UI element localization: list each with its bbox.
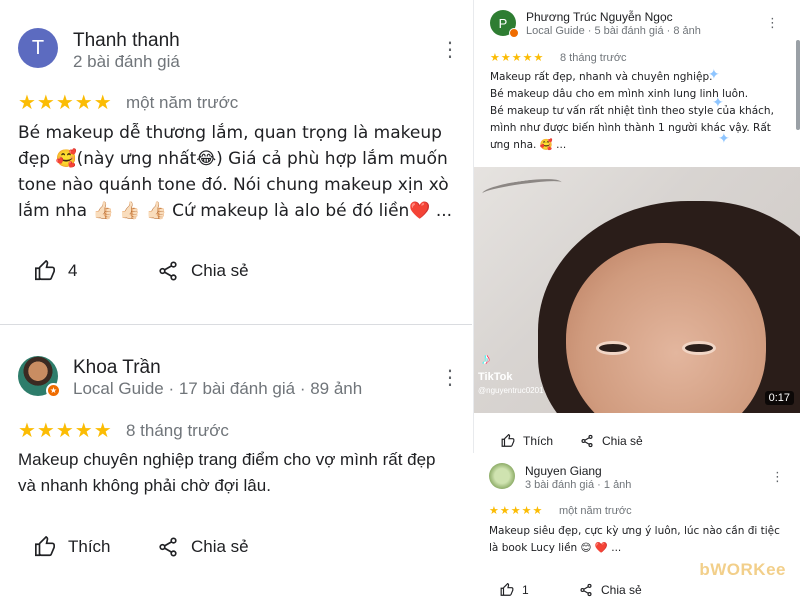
like-button[interactable]: 1 xyxy=(500,583,529,597)
star-rating: ★★★★★ xyxy=(18,420,113,442)
sparkle-icon: ✦ xyxy=(712,94,724,110)
sparkle-icon: ✦ xyxy=(708,66,720,82)
share-icon xyxy=(159,537,177,557)
like-count: 1 xyxy=(522,583,529,597)
star-rating: ★★★★★ xyxy=(489,505,544,517)
review-card: Nguyen Giang 3 bài đánh giá · 1 ảnh ⋮ ★★… xyxy=(473,453,800,600)
star-rating: ★★★★★ xyxy=(18,92,113,114)
share-label: Chia sẻ xyxy=(191,537,249,556)
review-card-with-video: P Phương Trúc Nguyễn Ngọc Local Guide · … xyxy=(473,0,800,453)
review-text-line: Makeup siêu đẹp, cực kỳ ưng ý luôn, lúc … xyxy=(489,525,780,537)
share-icon xyxy=(581,434,593,448)
reviewer-meta: Local Guide · 5 bài đánh giá · 8 ảnh xyxy=(526,25,701,37)
watermark-logo: bWORKee xyxy=(699,560,786,579)
eye-shape xyxy=(596,341,630,355)
more-options-icon[interactable]: ⋮ xyxy=(440,368,460,388)
more-options-icon[interactable]: ⋮ xyxy=(771,469,784,485)
review-time: một năm trước xyxy=(126,93,239,112)
more-options-icon[interactable]: ⋮ xyxy=(440,40,460,60)
share-button[interactable]: Chia sẻ xyxy=(579,583,642,597)
share-button[interactable]: Chia sẻ xyxy=(580,434,643,448)
review-card: ★ Khoa Trần Local Guide · 17 bài đánh gi… xyxy=(0,326,472,600)
thumbs-up-icon xyxy=(35,260,55,281)
scrollbar[interactable] xyxy=(796,40,800,130)
like-label: Thích xyxy=(68,537,111,556)
review-text: Bé makeup dễ thương lắm, quan trọng là m… xyxy=(18,123,453,221)
reviewer-meta: 3 bài đánh giá · 1 ảnh xyxy=(525,479,632,491)
reviewer-name[interactable]: Phương Trúc Nguyễn Ngọc xyxy=(526,10,673,24)
like-count: 4 xyxy=(68,261,78,280)
video-duration: 0:17 xyxy=(764,391,794,405)
thumbs-up-icon xyxy=(35,536,55,557)
local-guide-badge-icon: ★ xyxy=(46,383,61,398)
share-label: Chia sẻ xyxy=(602,434,643,448)
share-label: Chia sẻ xyxy=(191,261,249,280)
review-text-line: là book Lucy liền 😊 ❤️ ... xyxy=(489,542,622,554)
avatar-letter: P xyxy=(498,15,508,31)
review-text-line: Bé makeup dâu cho em mình xinh lung linh… xyxy=(490,88,749,100)
review-text: Makeup chuyên nghiệp trang điểm cho vợ m… xyxy=(18,450,436,495)
review-text: Makeup siêu đẹp, cực kỳ ưng ý luôn, lúc … xyxy=(489,523,780,557)
share-icon xyxy=(159,261,177,281)
review-text-line: Makeup rất đẹp, nhanh và chuyên nghiệp. xyxy=(490,71,713,83)
sparkle-icon: ✦ xyxy=(718,130,730,146)
review-card: T Thanh thanh 2 bài đánh giá ⋮ ★★★★★ một… xyxy=(0,0,472,325)
review-time: 8 tháng trước xyxy=(560,52,627,64)
video-platform-label: TikTok xyxy=(478,371,513,383)
more-options-icon[interactable]: ⋮ xyxy=(766,15,779,31)
reviewer-meta: Local Guide · 17 bài đánh giá · 89 ảnh xyxy=(73,379,363,398)
thumbs-up-icon xyxy=(501,434,515,447)
like-button[interactable]: Thích xyxy=(34,536,111,558)
reviewer-meta: 2 bài đánh giá xyxy=(73,52,180,71)
share-button[interactable]: Chia sẻ xyxy=(157,536,249,558)
wall-lamp-shape xyxy=(481,175,563,201)
star-rating: ★★★★★ xyxy=(490,52,545,64)
tiktok-logo-icon: ♪ xyxy=(482,351,490,368)
local-guide-badge-icon xyxy=(509,28,519,38)
like-label: Thích xyxy=(523,434,554,448)
avatar[interactable] xyxy=(489,463,515,489)
review-text-line: mình như được biến hình thành 1 người kh… xyxy=(490,122,771,134)
reviewer-name[interactable]: Thanh thanh xyxy=(73,30,180,52)
share-label: Chia sẻ xyxy=(601,583,642,597)
left-review-column: T Thanh thanh 2 bài đánh giá ⋮ ★★★★★ một… xyxy=(0,0,472,600)
share-button[interactable]: Chia sẻ xyxy=(157,260,249,282)
review-text: Makeup rất đẹp, nhanh và chuyên nghiệp. … xyxy=(490,69,774,154)
reviewer-name[interactable]: Nguyen Giang xyxy=(525,464,602,478)
review-text-line: Bé makeup tư vấn rất nhiệt tình theo sty… xyxy=(490,105,774,117)
reviewer-name[interactable]: Khoa Trần xyxy=(73,357,161,379)
share-icon xyxy=(580,583,592,597)
video-username: @nguyentruc0201 xyxy=(478,386,544,395)
avatar[interactable]: ★ xyxy=(18,356,61,398)
like-button[interactable]: 4 xyxy=(34,260,77,282)
eye-shape xyxy=(682,341,716,355)
like-button[interactable]: Thích xyxy=(501,434,553,448)
review-time: một năm trước xyxy=(559,505,632,517)
avatar[interactable]: T xyxy=(18,28,58,68)
video-thumbnail[interactable]: ♪ TikTok @nguyentruc0201 0:17 xyxy=(474,167,800,413)
review-text-line: ưng nha. 🥰 ... xyxy=(490,139,567,151)
thumbs-up-icon xyxy=(500,583,514,596)
review-time: 8 tháng trước xyxy=(126,421,229,440)
avatar[interactable]: P xyxy=(490,10,519,38)
